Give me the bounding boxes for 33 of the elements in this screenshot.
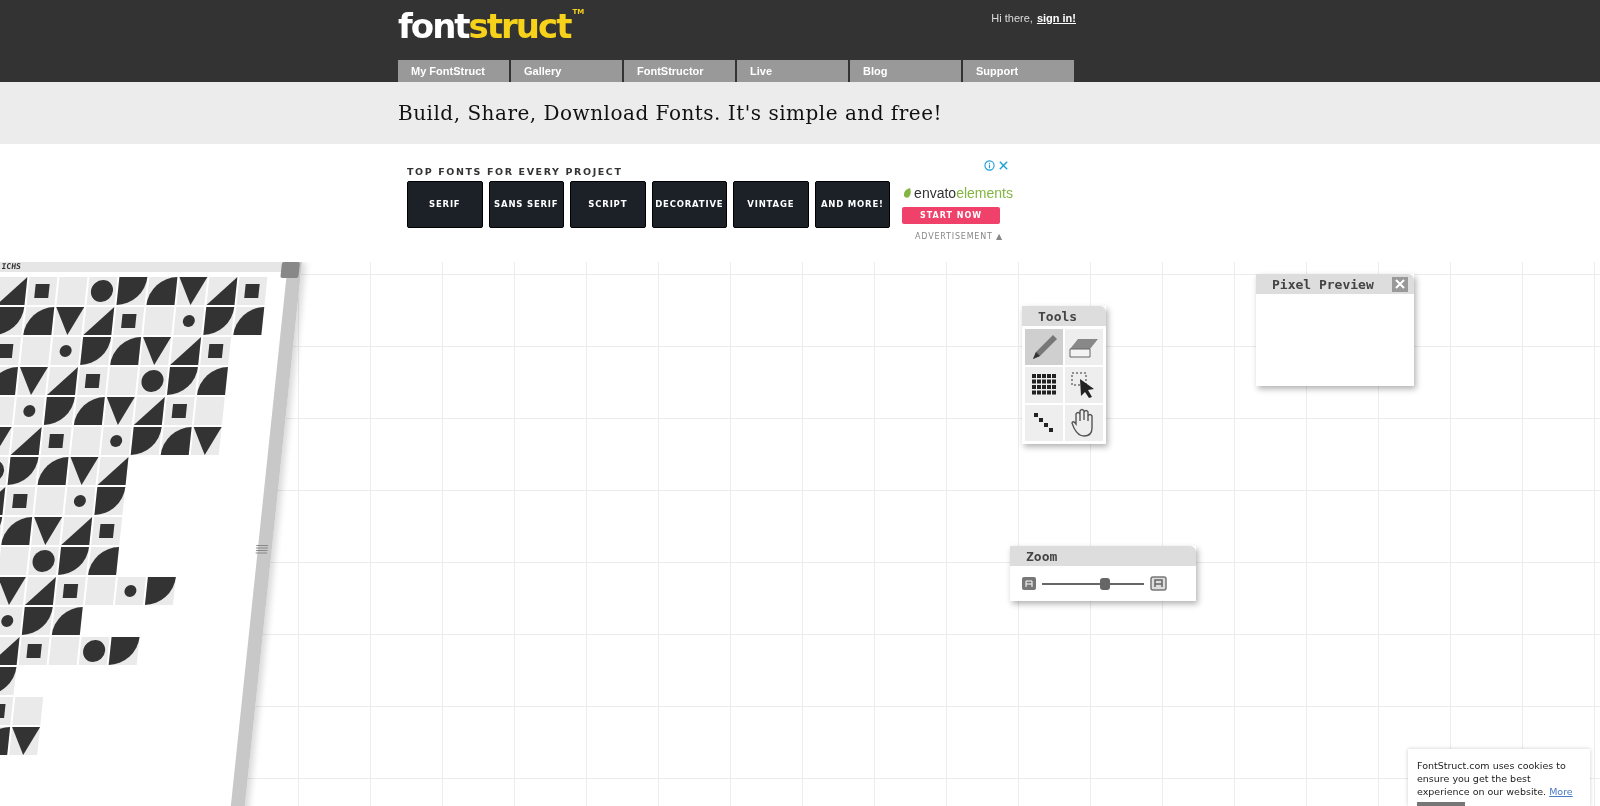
ad-heading: TOP FONTS FOR EVERY PROJECT — [407, 166, 624, 177]
info-icon[interactable] — [984, 160, 995, 171]
zoom-out-icon[interactable] — [1022, 577, 1036, 590]
ad-font-tile[interactable]: SERIF — [407, 181, 483, 228]
ad-font-tile[interactable]: AND MORE! — [814, 181, 891, 228]
close-button[interactable] — [1392, 276, 1408, 292]
ad-font-tile[interactable]: SANS SERIF — [488, 181, 565, 228]
scroll-up-button[interactable] — [280, 262, 300, 278]
tagline: Build, Share, Download Fonts. It's simple and free! — [398, 101, 944, 125]
panel-title: Pixel Preview — [1272, 276, 1374, 292]
ad-font-tile[interactable]: SCRIPT — [570, 181, 646, 228]
ad-font-tile[interactable]: DECORATIVE — [651, 181, 728, 228]
cookie-message: FontStruct.com uses cookies to ensure you get the best experience on our website. More — [1417, 759, 1574, 798]
close-icon[interactable] — [998, 160, 1009, 171]
zoom-in-icon[interactable] — [1150, 576, 1167, 591]
dotted-line-icon — [1033, 412, 1055, 434]
grid-icon — [1032, 374, 1056, 396]
grip-icon[interactable] — [255, 545, 269, 555]
tool-button[interactable] — [1025, 367, 1063, 403]
start-now-button[interactable]: START NOW — [902, 207, 1001, 224]
greeting-text: Hi there, — [991, 12, 1033, 24]
tool-button[interactable] — [1065, 405, 1103, 441]
zoom-slider-thumb[interactable] — [1100, 577, 1111, 590]
more-link[interactable]: More — [1549, 786, 1573, 797]
tool-button[interactable] — [1065, 367, 1103, 403]
sign-in-link[interactable]: sign in! — [1036, 12, 1076, 24]
close-icon — [1395, 279, 1405, 289]
ad-font-tile[interactable]: VINTAGE — [733, 181, 809, 228]
panel-title: Zoom — [1026, 548, 1058, 564]
advertisement-label: ADVERTISEMENT ▲ — [915, 232, 1003, 241]
panel-title: Tools — [1038, 308, 1078, 324]
envato-logo: envatoelements — [902, 185, 1013, 201]
tool-button[interactable] — [1025, 405, 1063, 441]
